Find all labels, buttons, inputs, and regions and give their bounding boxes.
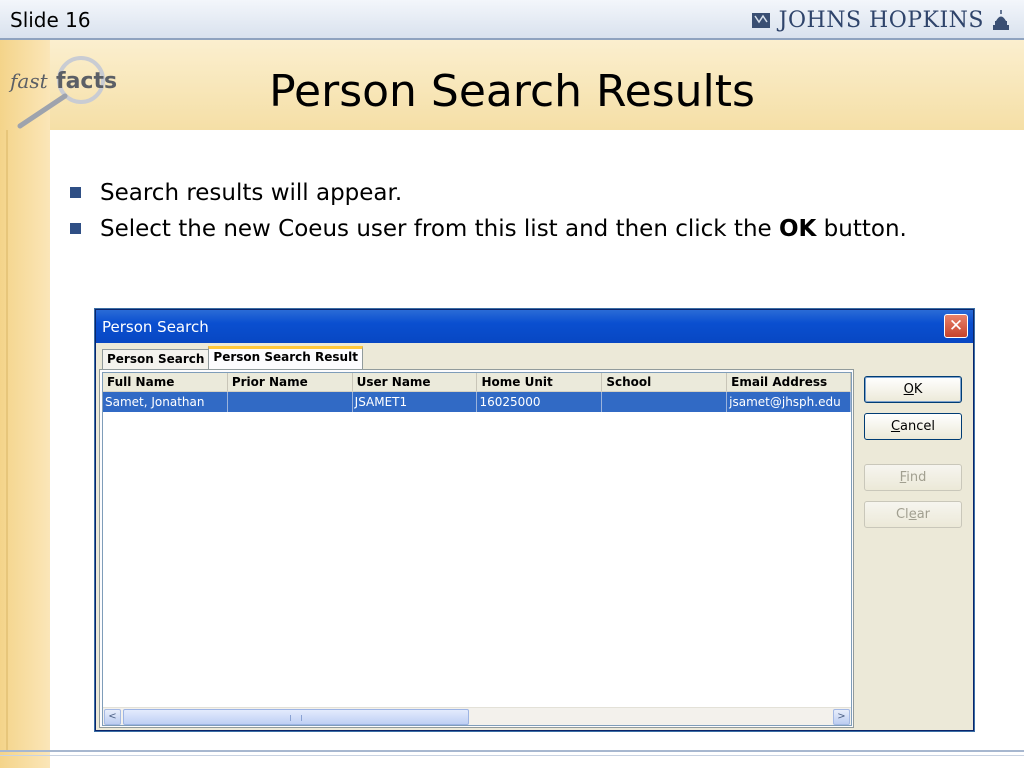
clear-label-pre: Cl	[895, 507, 909, 522]
tab-panel: Full Name Prior Name User Name Home Unit…	[99, 369, 854, 728]
find-button[interactable]: Find	[864, 464, 962, 491]
cell-full-name: Samet, Jonathan	[103, 392, 228, 412]
column-header-school[interactable]: School	[602, 373, 728, 391]
ok-button[interactable]: OK	[864, 376, 962, 403]
jhu-shield-icon	[751, 13, 770, 28]
bullet-text: Select the new Coeus user from this list…	[100, 216, 779, 242]
bullet-list: Search results will appear. Select the n…	[68, 175, 928, 247]
clear-mnemonic: e	[908, 507, 917, 522]
scroll-grip-icon	[290, 715, 302, 721]
column-header-full-name[interactable]: Full Name	[103, 373, 228, 391]
bullet-text-end: button.	[816, 216, 907, 242]
dome-icon	[993, 10, 1009, 30]
footer-rule-thin	[0, 755, 1024, 756]
cancel-mnemonic: C	[890, 419, 901, 434]
scroll-thumb[interactable]	[123, 709, 469, 725]
cancel-label-rest: ancel	[900, 419, 936, 434]
tab-strip: Person Search Person Search Result	[102, 346, 363, 369]
left-strip-line	[6, 130, 8, 750]
cell-home-unit: 16025000	[477, 392, 603, 412]
cell-email: jsamet@jhsph.edu	[727, 392, 851, 412]
cell-user-name: JSAMET1	[353, 392, 478, 412]
ok-mnemonic: O	[903, 382, 914, 397]
scroll-left-icon[interactable]: <	[104, 709, 121, 725]
slide-header: Slide 16 JOHNS HOPKINS	[0, 0, 1024, 40]
footer-rule	[0, 750, 1024, 752]
column-header-prior-name[interactable]: Prior Name	[228, 373, 353, 391]
brand-name: JOHNS HOPKINS	[778, 7, 984, 33]
clear-label-rest: ar	[916, 507, 930, 522]
tab-person-search-result[interactable]: Person Search Result	[208, 346, 363, 369]
close-icon[interactable]: ✕	[944, 314, 968, 338]
table-header: Full Name Prior Name User Name Home Unit…	[103, 373, 851, 392]
horizontal-scrollbar[interactable]: < >	[103, 707, 851, 725]
tab-person-search[interactable]: Person Search	[102, 349, 210, 369]
bullet-bold-text: OK	[778, 216, 817, 242]
person-search-window: Person Search ✕ Person Search Person Sea…	[95, 309, 974, 731]
results-table: Full Name Prior Name User Name Home Unit…	[102, 372, 852, 726]
find-label-rest: ind	[906, 470, 927, 485]
slide-number: Slide 16	[10, 8, 91, 32]
column-header-home-unit[interactable]: Home Unit	[477, 373, 603, 391]
cell-school	[602, 392, 728, 412]
cancel-button[interactable]: Cancel	[864, 413, 962, 440]
table-row[interactable]: Samet, Jonathan JSAMET1 16025000 jsamet@…	[103, 392, 851, 412]
bullet-square-icon	[70, 223, 81, 234]
scroll-right-icon[interactable]: >	[833, 709, 850, 725]
window-titlebar[interactable]: Person Search ✕	[96, 310, 973, 343]
bullet-square-icon	[70, 187, 81, 198]
column-header-email-address[interactable]: Email Address	[727, 373, 851, 391]
bullet-item: Search results will appear.	[68, 175, 928, 211]
window-title: Person Search	[102, 318, 209, 336]
column-header-user-name[interactable]: User Name	[353, 373, 478, 391]
clear-button[interactable]: Clear	[864, 501, 962, 528]
bullet-item: Select the new Coeus user from this list…	[68, 211, 928, 247]
slide-title: Person Search Results	[269, 66, 755, 117]
cell-prior-name	[228, 392, 353, 412]
brand: JOHNS HOPKINS	[751, 6, 1010, 34]
ok-label-rest: K	[913, 382, 923, 397]
bullet-text: Search results will appear.	[100, 180, 403, 206]
